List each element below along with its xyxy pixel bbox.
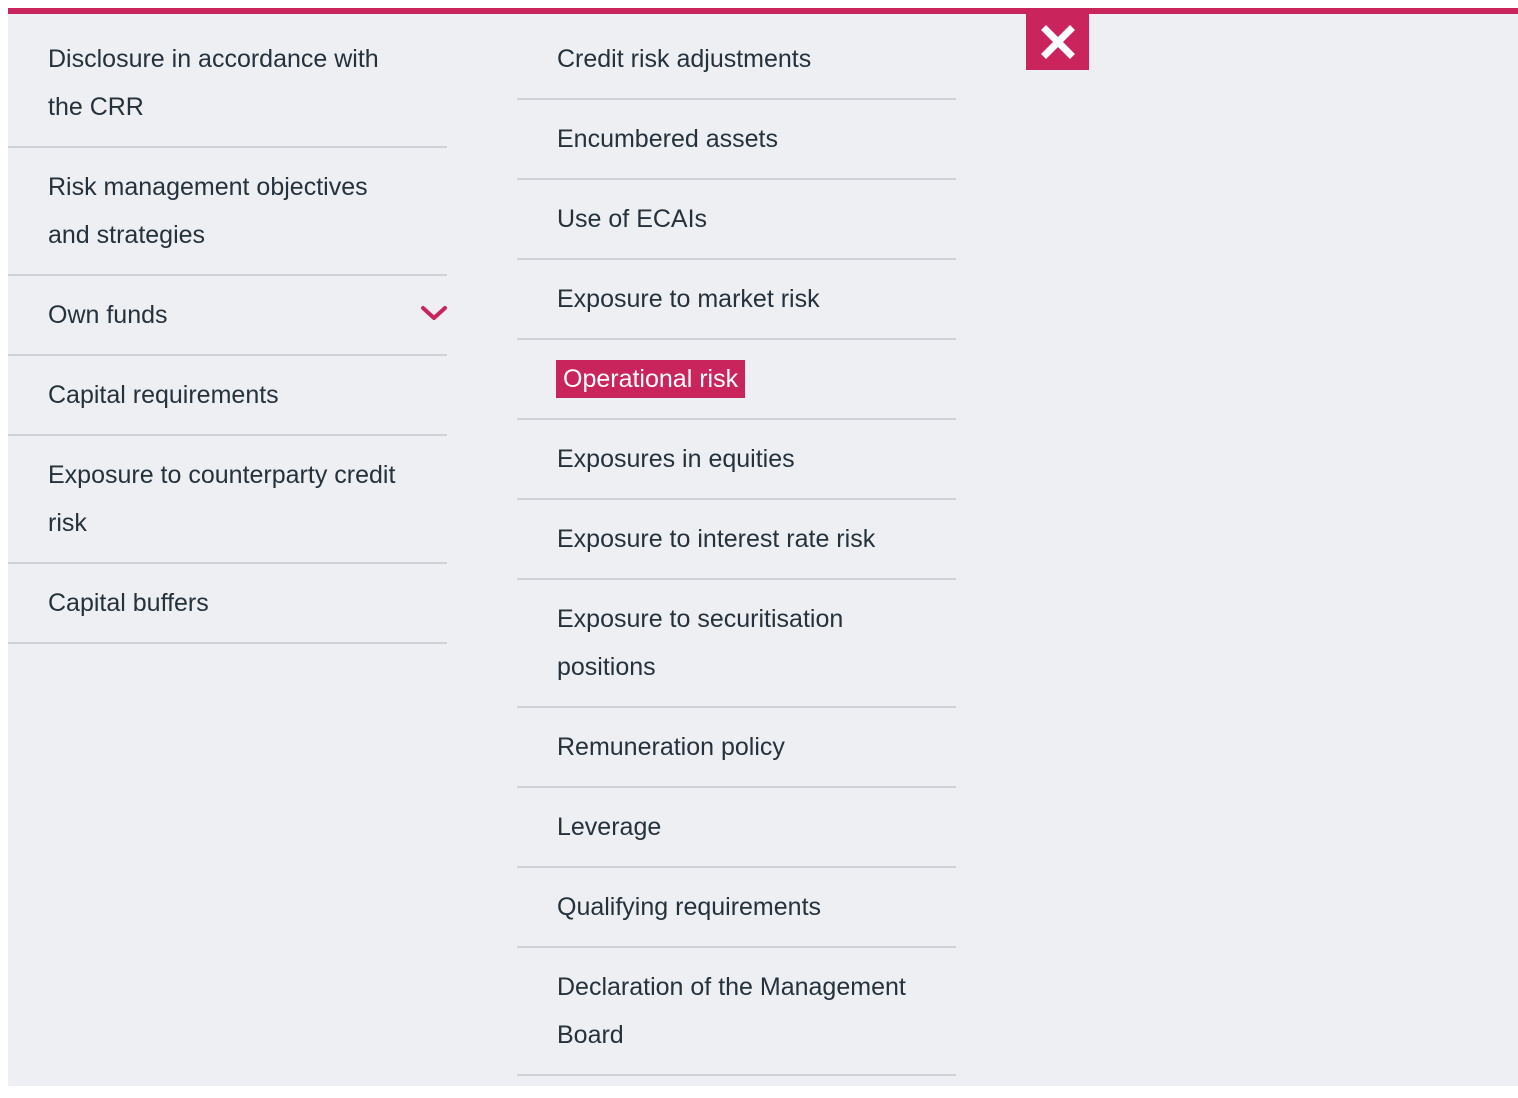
menu-item-label: Capital buffers <box>48 589 209 617</box>
menu-item-qualifying-requirements[interactable]: Qualifying requirements <box>517 868 956 948</box>
left-menu: Disclosure in accordance with the CRR Ri… <box>8 20 447 644</box>
chevron-down-icon[interactable] <box>419 303 449 323</box>
right-menu: Credit risk adjustments Encumbered asset… <box>517 20 956 1076</box>
menu-item-label: Use of ECAIs <box>557 205 708 233</box>
menu-item-label: Exposures in equities <box>557 445 795 473</box>
menu-item-disclosure-crr[interactable]: Disclosure in accordance with the CRR <box>8 20 447 148</box>
menu-item-label: Own funds <box>48 301 168 329</box>
menu-item-label: Exposure to market risk <box>557 285 820 313</box>
menu-item-label: Credit risk adjustments <box>557 45 812 73</box>
menu-item-label: Risk management objectives and strategie… <box>48 173 368 249</box>
menu-item-ecais[interactable]: Use of ECAIs <box>517 180 956 260</box>
menu-item-operational-risk[interactable]: Operational risk <box>517 340 956 420</box>
menu-item-label: Declaration of the Management Board <box>557 973 906 1049</box>
menu-item-label: Exposure to interest rate risk <box>557 525 876 553</box>
menu-item-label: Qualifying requirements <box>557 893 822 921</box>
menu-item-interest-rate-risk[interactable]: Exposure to interest rate risk <box>517 500 956 580</box>
menu-item-label: Capital requirements <box>48 381 279 409</box>
menu-item-remuneration-policy[interactable]: Remuneration policy <box>517 708 956 788</box>
menu-item-label: Encumbered assets <box>557 125 778 153</box>
menu-item-capital-requirements[interactable]: Capital requirements <box>8 356 447 436</box>
close-icon <box>1040 25 1075 59</box>
menu-item-label: Remuneration policy <box>557 733 785 761</box>
menu-item-equities[interactable]: Exposures in equities <box>517 420 956 500</box>
menu-item-counterparty-credit-risk[interactable]: Exposure to counterparty credit risk <box>8 436 447 564</box>
menu-item-label: Leverage <box>557 813 662 841</box>
menu-item-risk-management[interactable]: Risk management objectives and strategie… <box>8 148 447 276</box>
menu-item-label-active: Operational risk <box>556 360 746 398</box>
menu-item-label: Disclosure in accordance with the CRR <box>48 45 379 121</box>
menu-item-capital-buffers[interactable]: Capital buffers <box>8 564 447 644</box>
menu-item-securitisation[interactable]: Exposure to securitisation positions <box>517 580 956 708</box>
menu-item-management-board-declaration[interactable]: Declaration of the Management Board <box>517 948 956 1076</box>
menu-item-credit-risk-adjustments[interactable]: Credit risk adjustments <box>517 20 956 100</box>
close-button[interactable] <box>1026 14 1089 70</box>
menu-item-encumbered-assets[interactable]: Encumbered assets <box>517 100 956 180</box>
menu-item-label: Exposure to counterparty credit risk <box>48 461 396 537</box>
menu-item-leverage[interactable]: Leverage <box>517 788 956 868</box>
menu-item-market-risk[interactable]: Exposure to market risk <box>517 260 956 340</box>
menu-item-label: Exposure to securitisation positions <box>557 605 844 681</box>
menu-panel: Disclosure in accordance with the CRR Ri… <box>8 8 1518 1086</box>
menu-item-own-funds[interactable]: Own funds <box>8 276 447 356</box>
